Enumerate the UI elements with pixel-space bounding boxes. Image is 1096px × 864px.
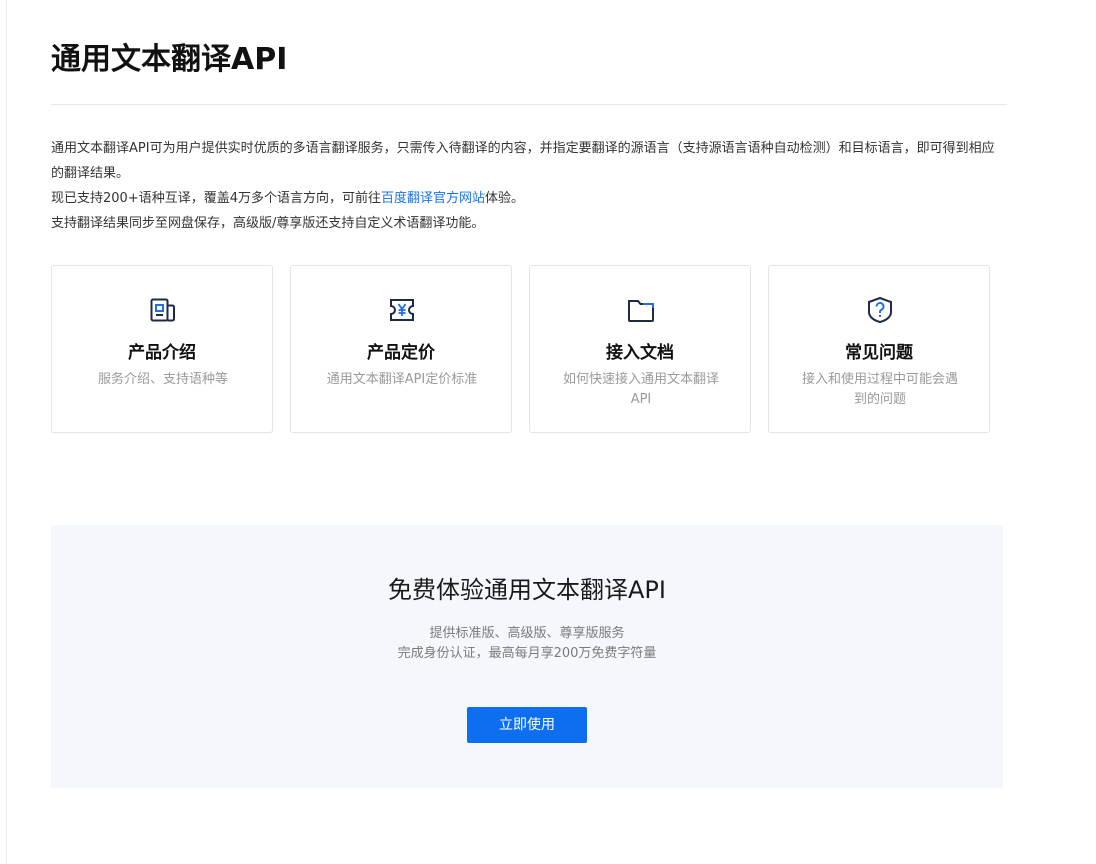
title-divider	[51, 104, 1007, 105]
card-title: 接入文档	[606, 343, 674, 363]
page-title: 通用文本翻译API	[51, 42, 288, 77]
baidu-translate-link[interactable]: 百度翻译官方网站	[381, 191, 485, 206]
feature-cards: 产品介绍 服务介绍、支持语种等 产品定价 通用文本翻译API定价标准 接入文档 …	[51, 265, 1007, 435]
left-border	[6, 0, 7, 864]
card-faq[interactable]: 常见问题 接入和使用过程中可能会遇到的问题	[768, 265, 990, 433]
cta-subtitle-line-1: 提供标准版、高级版、尊享版服务	[429, 626, 625, 641]
cta-title: 免费体验通用文本翻译API	[388, 576, 666, 604]
intro-text: 通用文本翻译API可为用户提供实时优质的多语言翻译服务，只需传入待翻译的内容，并…	[51, 136, 1007, 236]
intro-paragraph-2-tail: 体验。	[485, 191, 525, 206]
use-now-button[interactable]: 立即使用	[467, 707, 587, 743]
card-access-docs[interactable]: 接入文档 如何快速接入通用文本翻译API	[529, 265, 751, 433]
card-title: 产品介绍	[128, 343, 196, 363]
folder-docs-icon	[628, 300, 654, 322]
product-intro-icon	[150, 298, 175, 322]
pricing-icon	[390, 299, 414, 321]
card-product-intro[interactable]: 产品介绍 服务介绍、支持语种等	[51, 265, 273, 433]
intro-paragraph-3: 支持翻译结果同步至网盘保存，高级版/尊享版还支持自定义术语翻译功能。	[51, 216, 485, 231]
card-title: 产品定价	[367, 343, 435, 363]
card-description: 接入和使用过程中可能会遇到的问题	[801, 372, 958, 407]
cta-subtitle-line-2: 完成身份认证，最高每月享200万免费字符量	[397, 646, 657, 661]
question-shield-icon	[868, 296, 892, 324]
intro-paragraph-2: 现已支持200+语种互译，覆盖4万多个语言方向，可前往百度翻译官方网站体验。	[51, 186, 1007, 211]
card-title: 常见问题	[845, 343, 913, 363]
card-pricing[interactable]: 产品定价 通用文本翻译API定价标准	[290, 265, 512, 433]
card-description: 通用文本翻译API定价标准	[326, 372, 478, 387]
cta-subtitle: 提供标准版、高级版、尊享版服务 完成身份认证，最高每月享200万免费字符量	[51, 624, 1003, 664]
intro-paragraph-2-text: 现已支持200+语种互译，覆盖4万多个语言方向，可前往	[51, 191, 381, 206]
card-description: 如何快速接入通用文本翻译API	[562, 372, 719, 407]
card-description: 服务介绍、支持语种等	[97, 372, 228, 387]
intro-paragraph-1: 通用文本翻译API可为用户提供实时优质的多语言翻译服务，只需传入待翻译的内容，并…	[51, 141, 995, 181]
free-trial-banner: 免费体验通用文本翻译API 提供标准版、高级版、尊享版服务 完成身份认证，最高每…	[51, 525, 1003, 788]
